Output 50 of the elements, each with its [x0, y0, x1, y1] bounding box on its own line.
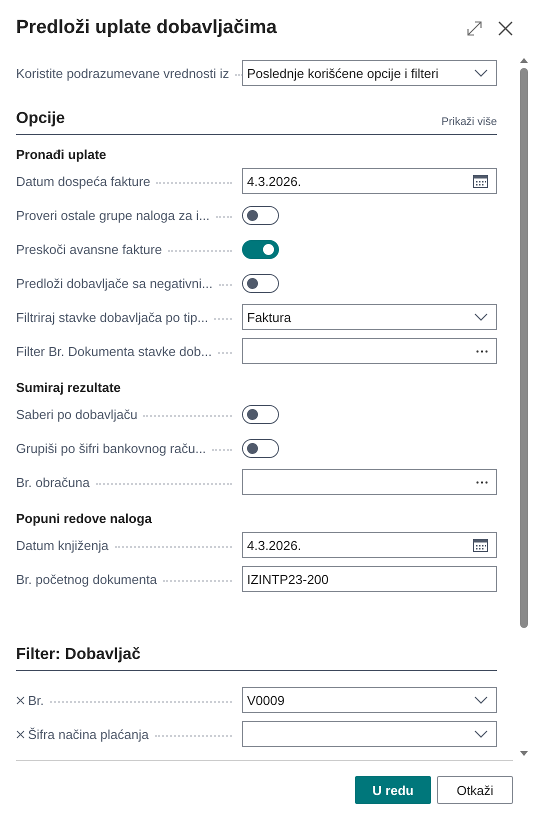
lookup-field[interactable]	[242, 469, 497, 495]
cancel-button[interactable]: Otkaži	[437, 776, 513, 804]
date-field[interactable]: 4.3.2026.	[242, 168, 497, 194]
lookup-field[interactable]	[242, 338, 497, 364]
field-label: Koristite podrazumevane vrednosti iz	[16, 66, 230, 80]
chevron-down-icon	[474, 730, 488, 738]
field-label: Saberi po dobavljaču	[16, 406, 138, 422]
dropdown-field[interactable]	[242, 721, 497, 747]
section-title: Filter: Dobavljač	[16, 646, 140, 664]
field-label: Br. obračuna	[16, 474, 90, 490]
group-title: Pronađi uplate	[16, 147, 108, 162]
field-label: Filtriraj stavke dobavljača po tip...	[16, 310, 208, 324]
remove-filter-icon[interactable]	[16, 730, 25, 738]
field-label: Datum knjiženja	[16, 538, 108, 552]
field-label: Grupiši po šifri bankovnog raču...	[16, 440, 206, 456]
field-label: Predloži dobavljače sa negativni...	[16, 276, 213, 290]
field-label: Filter Br. Dokumenta stavke dob...	[16, 344, 212, 358]
dialog-title: Predloži uplate dobavljačima	[16, 17, 277, 39]
input-field[interactable]: IZINTP23-200	[242, 566, 497, 592]
ok-button[interactable]: U redu	[355, 776, 431, 804]
more-icon	[476, 350, 488, 352]
toggle-switch[interactable]	[242, 240, 279, 258]
field-label: Šifra načina plaćanja	[28, 726, 149, 742]
scrollbar[interactable]	[519, 56, 529, 758]
group-title: Popuni redove naloga	[16, 511, 153, 526]
field-label: Proveri ostale grupe naloga za i...	[16, 208, 210, 222]
toggle-switch[interactable]	[242, 206, 279, 224]
date-field[interactable]: 4.3.2026.	[242, 532, 497, 558]
expand-icon[interactable]	[467, 20, 482, 36]
field-label: Br. početnog dokumenta	[16, 572, 157, 586]
toggle-switch[interactable]	[242, 274, 279, 292]
calendar-icon	[473, 538, 488, 552]
dropdown-field[interactable]: V0009	[242, 687, 497, 713]
remove-filter-icon[interactable]	[16, 696, 25, 704]
more-icon	[476, 480, 488, 484]
dropdown-field[interactable]: Poslednje korišćene opcije i filteri	[242, 60, 497, 86]
section-title: Opcije	[16, 110, 65, 128]
calendar-icon	[473, 174, 488, 188]
chevron-down-icon	[474, 69, 488, 77]
field-label: Br.	[28, 692, 44, 708]
chevron-down-icon	[474, 313, 488, 321]
show-more-link[interactable]: Prikaži više	[441, 116, 497, 128]
dropdown-field[interactable]: Faktura	[242, 304, 497, 330]
close-icon[interactable]	[498, 20, 513, 36]
field-label: Preskoči avansne fakture	[16, 242, 162, 256]
toggle-switch[interactable]	[242, 438, 279, 458]
chevron-down-icon	[474, 696, 488, 704]
toggle-switch[interactable]	[242, 404, 279, 424]
group-title: Sumiraj rezultate	[16, 380, 122, 395]
field-label: Datum dospeća fakture	[16, 174, 150, 188]
